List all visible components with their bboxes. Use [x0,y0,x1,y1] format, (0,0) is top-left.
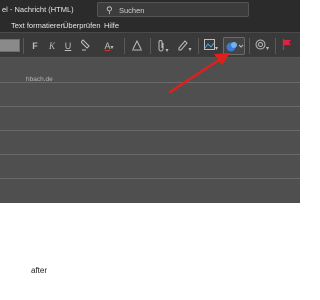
chevron-down-icon: ▾ [165,48,169,54]
search-placeholder: Suchen [119,6,145,15]
chevron-down-icon: ▾ [265,46,269,52]
ribbon-divider [23,38,24,54]
window-title: el - Nachricht (HTML) [2,5,74,14]
flag-icon [282,39,291,50]
designer-button[interactable] [223,37,245,55]
field-divider [0,178,300,179]
search-icon: ⚲ [106,5,113,15]
format-painter-icon [80,39,90,51]
insert-picture-button[interactable]: ▾ [203,39,219,53]
designer-icon [226,42,244,52]
chevron-down-icon: ▾ [110,45,114,51]
bold-button[interactable]: F [30,39,40,53]
field-divider [0,106,300,107]
ribbon-divider [275,38,276,54]
menu-ueberpruefen[interactable]: Überprüfen [63,21,101,30]
field-divider [0,154,300,155]
clear-format-button[interactable] [130,39,144,53]
chevron-down-icon: ▾ [188,47,192,53]
sensitivity-icon [255,39,266,50]
ribbon-divider [124,38,125,54]
format-painter-button[interactable] [80,39,92,53]
flag-button[interactable] [280,39,294,53]
chevron-down-icon: ▾ [214,46,218,52]
signature-button[interactable]: ▾ [177,39,193,53]
underline-button[interactable]: U [63,39,73,53]
italic-button[interactable]: K [47,39,57,53]
clear-format-icon [132,39,142,51]
menu-bar: Text formatieren Überprüfen Hilfe [0,19,300,32]
field-divider [0,130,300,131]
search-box[interactable]: ⚲ Suchen [97,2,249,17]
ribbon-toolbar: F K U A▾ ▾ ▾ ▾ ▾ [0,32,300,58]
title-bar: el - Nachricht (HTML) ⚲ Suchen [0,0,300,19]
font-color-button[interactable]: A▾ [101,39,117,53]
message-body[interactable]: after [0,203,300,300]
attach-file-button[interactable]: ▾ [155,39,171,54]
picture-icon [203,39,215,50]
message-header-panel: hbach.de [0,58,300,203]
ribbon-divider [150,38,151,54]
font-size-dropdown[interactable] [0,39,20,52]
field-divider [0,82,300,83]
signature-icon [178,40,189,51]
menu-hilfe[interactable]: Hilfe [104,21,119,30]
sensitivity-button[interactable]: ▾ [254,39,270,53]
menu-text-formatieren[interactable]: Text formatieren [11,21,65,30]
ribbon-divider [198,38,199,54]
ribbon-divider [249,38,250,54]
body-text: after [31,266,48,275]
